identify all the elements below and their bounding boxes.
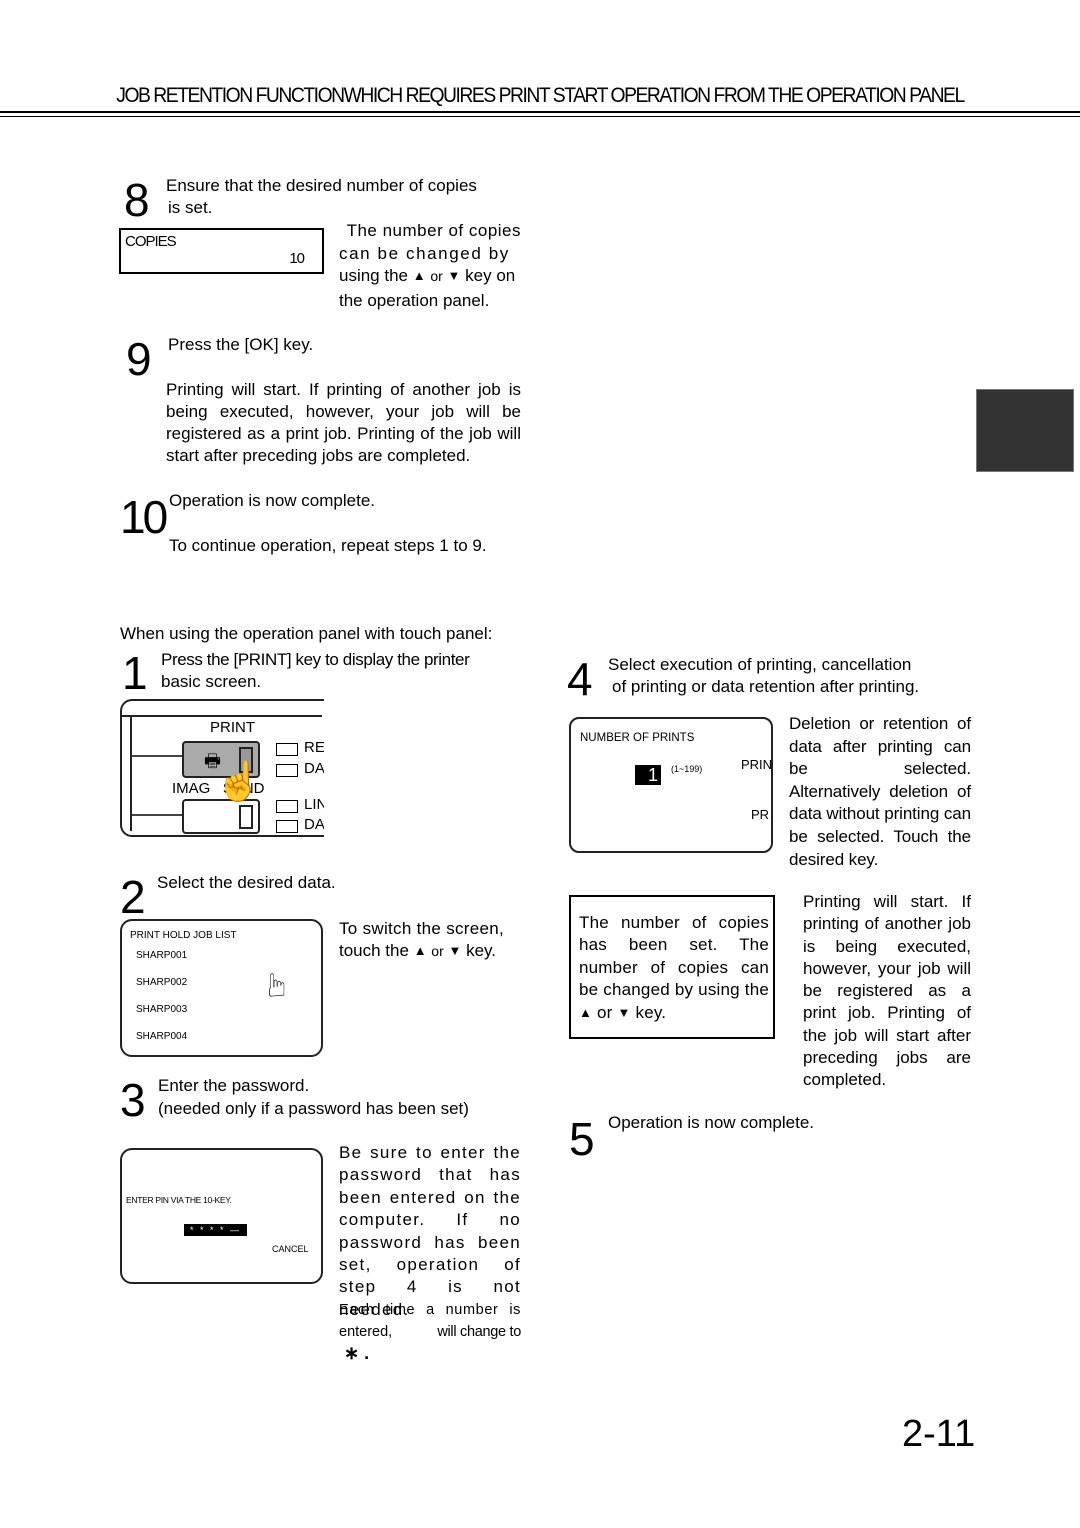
step8-text-1: Ensure that the desired number of copies — [166, 176, 477, 195]
led-label-4: DA — [304, 816, 324, 833]
led-label-3: LIN — [304, 796, 324, 813]
print-key-label: PRINT — [210, 719, 255, 736]
job-list-title: PRINT HOLD JOB LIST — [130, 930, 237, 941]
step2-note-2b: key. — [466, 941, 497, 960]
panel-line — [132, 755, 184, 757]
step10-note: To continue operation, repeat steps 1 to… — [169, 536, 487, 555]
print-option-key-2[interactable]: PR — [751, 807, 769, 822]
step-number-3: 3 — [120, 1074, 146, 1126]
touch-panel-intro: When using the operation panel with touc… — [120, 624, 493, 643]
led-1 — [276, 743, 298, 756]
step3-note2-line2: entered, will change to — [339, 1321, 521, 1343]
step3-note2-change: will change to — [437, 1324, 521, 1340]
job-list-item[interactable]: SHARP003 — [136, 1004, 187, 1015]
step3-text-2: (needed only if a password has been set) — [158, 1099, 469, 1118]
step2-note-2a: touch the — [339, 941, 409, 960]
step-number-1: 1 — [122, 647, 148, 699]
number-of-prints-screen: NUMBER OF PRINTS 1 (1~199) PRIN PR — [569, 717, 773, 853]
led-2 — [276, 764, 298, 777]
number-range: (1~199) — [671, 764, 703, 774]
copies-set-message-text: The number of copies has been set. The n… — [579, 913, 769, 1000]
step8-note-2: can be changed by — [339, 244, 510, 263]
step8-note-3: using the ▲ or ▼ key on — [339, 265, 515, 287]
step-number-5: 5 — [569, 1113, 595, 1165]
pin-entry-screen: ENTER PIN VIA THE 10-KEY. * * * * — CANC… — [120, 1148, 323, 1284]
step2-note-1: To switch the screen, — [339, 919, 505, 938]
step9-note: Printing will start. If printing of anot… — [166, 380, 521, 465]
step1-text-1: Press the [PRINT] key to display the pri… — [161, 650, 470, 669]
down-arrow-icon: ▼ — [448, 943, 462, 958]
step8-note-1: The number of copies — [346, 221, 521, 240]
job-list-item[interactable]: SHARP004 — [136, 1031, 187, 1042]
or-text: or — [430, 268, 443, 284]
up-arrow-icon: ▲ — [413, 943, 427, 958]
job-list-item[interactable]: SHARP001 — [136, 950, 187, 961]
copies-lcd: COPIES 10 — [119, 228, 324, 274]
or-text: or — [597, 1002, 613, 1022]
step3-note: Be sure to enter the password that has b… — [339, 1143, 521, 1319]
or-text: or — [431, 943, 444, 959]
page-header-title: JOB RETENTION FUNCTIONWHICH REQUIRES PRI… — [116, 84, 965, 107]
step4-text-1: Select execution of printing, cancellati… — [608, 655, 912, 674]
key-text: key. — [635, 1002, 667, 1022]
step4-text-2: of printing or data retention after prin… — [612, 677, 920, 696]
led-3 — [276, 800, 298, 813]
step4-note: Deletion or retention of data after prin… — [789, 714, 971, 869]
step3-note2-entered: entered, — [339, 1324, 393, 1340]
down-arrow-icon: ▼ — [617, 1004, 631, 1020]
step1-text-2: basic screen. — [161, 672, 262, 691]
step8-text-2: is set. — [168, 198, 213, 217]
step8-note-3a: using the — [339, 266, 408, 285]
copies-set-message-box: The number of copies has been set. The n… — [569, 895, 775, 1039]
pointing-hand-icon: ☝ — [215, 761, 263, 803]
step5-text: Operation is now complete. — [608, 1113, 814, 1132]
led-label-1: RE — [304, 739, 324, 756]
step-number-8: 8 — [124, 174, 150, 226]
copies-label: COPIES — [125, 233, 177, 250]
up-arrow-icon: ▲ — [579, 1004, 593, 1020]
step10-text: Operation is now complete. — [169, 491, 375, 510]
pointing-hand-icon: ☜ — [258, 970, 295, 1000]
job-list-item[interactable]: SHARP002 — [136, 977, 187, 988]
step8-note-3b: key on — [465, 266, 516, 285]
panel-line-2 — [132, 814, 184, 816]
operation-panel-illustration: PRINT 🖶 IMAG SEND ☝ RE DA LIN DA — [120, 699, 324, 837]
copies-value: 10 — [289, 250, 305, 267]
step-number-4: 4 — [567, 653, 593, 705]
header-rule-thin — [0, 116, 1080, 117]
step4-note2: Printing will start. If printing of anot… — [803, 892, 971, 1090]
step2-note-2: touch the ▲ or ▼ key. — [339, 940, 496, 962]
step-number-10: 10 — [120, 491, 168, 543]
step3-note2-line1: Each time a number is — [339, 1302, 521, 1318]
step2-text: Select the desired data. — [157, 873, 336, 892]
led-label-2: DA — [304, 760, 324, 777]
image-send-indicator — [239, 805, 253, 829]
header-rule — [0, 111, 1080, 113]
asterisk-symbol: ∗ . — [344, 1343, 370, 1363]
chapter-tab — [976, 389, 1074, 472]
print-option-key[interactable]: PRIN — [741, 757, 772, 772]
copies-set-message: The number of copies has been set. The n… — [579, 912, 769, 1024]
cancel-button[interactable]: CANCEL — [272, 1244, 309, 1254]
pin-input[interactable]: * * * * — — [184, 1224, 248, 1236]
number-of-prints-value[interactable]: 1 — [635, 765, 661, 785]
print-hold-job-list-screen: PRINT HOLD JOB LIST SHARP001 SHARP002 SH… — [120, 919, 323, 1057]
pin-prompt: ENTER PIN VIA THE 10-KEY. — [126, 1195, 232, 1205]
image-send-key[interactable] — [182, 799, 260, 834]
panel-top-band — [122, 701, 322, 717]
down-arrow-icon: ▼ — [447, 268, 461, 283]
step-number-2: 2 — [120, 871, 146, 923]
up-arrow-icon: ▲ — [412, 268, 426, 283]
panel-edge — [122, 715, 132, 831]
number-of-prints-title: NUMBER OF PRINTS — [580, 732, 695, 744]
step8-note-4: the operation panel. — [339, 291, 490, 310]
step3-text-1: Enter the password. — [158, 1076, 310, 1095]
step9-text: Press the [OK] key. — [168, 335, 314, 354]
led-4 — [276, 820, 298, 833]
page-number: 2-11 — [902, 1413, 976, 1455]
step-number-9: 9 — [126, 333, 152, 385]
